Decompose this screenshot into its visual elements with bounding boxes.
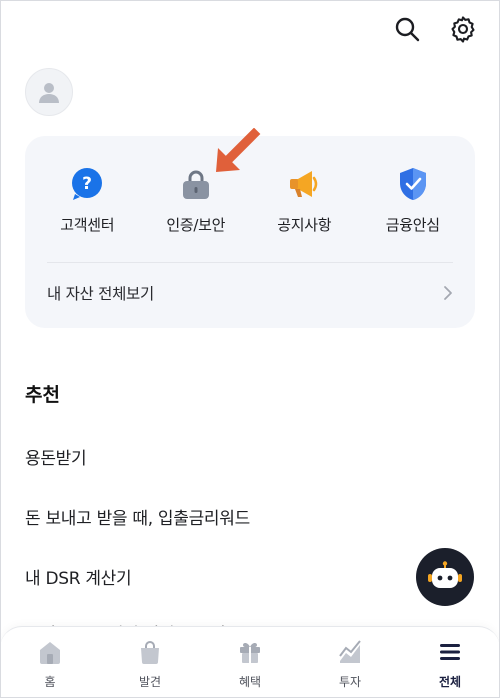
tab-benefits[interactable]: 혜택 (205, 637, 295, 690)
tab-discover[interactable]: 발견 (105, 637, 195, 690)
chatbot-button[interactable] (416, 548, 474, 606)
tab-label: 전체 (438, 675, 462, 689)
shield-icon (393, 164, 433, 204)
tab-invest[interactable]: 투자 (305, 637, 395, 690)
shortcut-customer-center[interactable]: ? 고객센터 (37, 164, 137, 235)
tab-label: 투자 (338, 675, 362, 689)
tab-label: 홈 (44, 675, 56, 689)
pointer-arrow-icon (216, 128, 261, 172)
tab-home[interactable]: 홈 (5, 637, 95, 690)
recommend-item[interactable]: 돈 보내고 받을 때, 입출금리워드 (25, 504, 250, 529)
avatar[interactable] (25, 68, 73, 116)
megaphone-icon (284, 164, 324, 204)
menu-icon (435, 637, 465, 667)
chart-icon (335, 637, 365, 667)
recommend-title: 추천 (25, 384, 60, 406)
gift-icon (235, 637, 265, 667)
robot-icon (428, 561, 462, 588)
shortcut-label: 인증/보안 (166, 216, 226, 234)
shortcut-financial-safety[interactable]: 금융안심 (363, 164, 463, 235)
search-icon[interactable] (392, 14, 422, 44)
question-bubble-icon: ? (67, 164, 107, 204)
lock-icon (176, 164, 216, 204)
tab-label: 혜택 (238, 675, 262, 689)
recommend-item[interactable]: 내 DSR 계산기 (25, 564, 132, 589)
card-divider (47, 262, 453, 263)
chevron-right-icon (444, 286, 452, 300)
shortcut-label: 금융안심 (385, 216, 440, 234)
gear-icon[interactable] (448, 14, 478, 44)
person-icon (39, 83, 59, 103)
shortcut-label: 공지사항 (277, 216, 332, 234)
top-bar (392, 14, 478, 44)
view-all-assets-link[interactable]: 내 자산 전체보기 (47, 276, 453, 310)
shopping-bag-icon (135, 637, 165, 667)
tab-label: 발견 (138, 675, 162, 689)
svg-text:?: ? (82, 174, 92, 194)
recommend-item[interactable]: 용돈받기 (25, 444, 87, 469)
shortcut-label: 고객센터 (60, 216, 115, 234)
tab-all[interactable]: 전체 (405, 637, 495, 690)
shortcut-notice[interactable]: 공지사항 (254, 164, 354, 235)
view-all-assets-label: 내 자산 전체보기 (47, 285, 154, 303)
home-icon (35, 637, 65, 667)
bottom-tab-bar: 홈 발견 혜택 투자 전체 (0, 626, 500, 698)
